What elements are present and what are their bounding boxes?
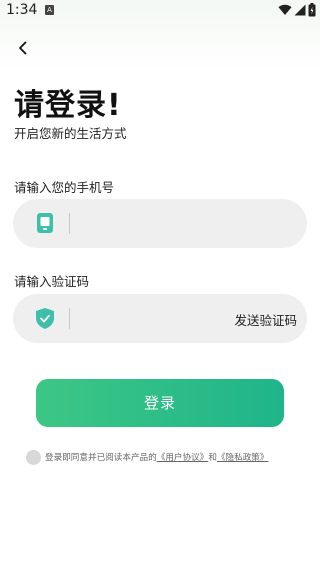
agreement-checkbox[interactable]: [26, 449, 41, 465]
phone-field[interactable]: [13, 199, 307, 248]
status-bar: 1:34 A: [0, 0, 320, 22]
back-button[interactable]: [12, 37, 34, 59]
send-code-button[interactable]: 发送验证码: [234, 310, 297, 329]
notification-badge: A: [45, 5, 54, 15]
phone-input[interactable]: [79, 209, 229, 238]
battery-icon: [308, 3, 316, 17]
page-title: 请登录!: [14, 88, 122, 123]
status-time: 1:34: [6, 2, 38, 18]
chevron-left-icon: [19, 41, 27, 55]
code-input[interactable]: [79, 304, 229, 333]
code-label: 请输入验证码: [14, 274, 90, 289]
status-icons: [278, 3, 316, 17]
privacy-policy-link[interactable]: 《隐私政策》: [217, 451, 269, 463]
agreement-text: 登录即同意并已阅读本产品的: [45, 453, 157, 463]
user-agreement-link[interactable]: 《用户协议》: [157, 451, 209, 463]
phone-icon: [35, 212, 55, 234]
shield-check-icon: [35, 307, 55, 329]
login-button[interactable]: 登录: [36, 379, 284, 427]
code-field[interactable]: 发送验证码: [13, 294, 307, 343]
wifi-icon: [278, 4, 292, 16]
field-divider: [69, 308, 70, 329]
page-subtitle: 开启您新的生活方式: [14, 126, 127, 141]
agreement-row: 登录即同意并已阅读本产品的 《用户协议》 和 《隐私政策》: [26, 449, 269, 465]
field-divider: [69, 213, 70, 234]
signal-icon: [294, 4, 306, 16]
agreement-joiner: 和: [208, 453, 217, 463]
phone-label: 请输入您的手机号: [14, 180, 115, 195]
